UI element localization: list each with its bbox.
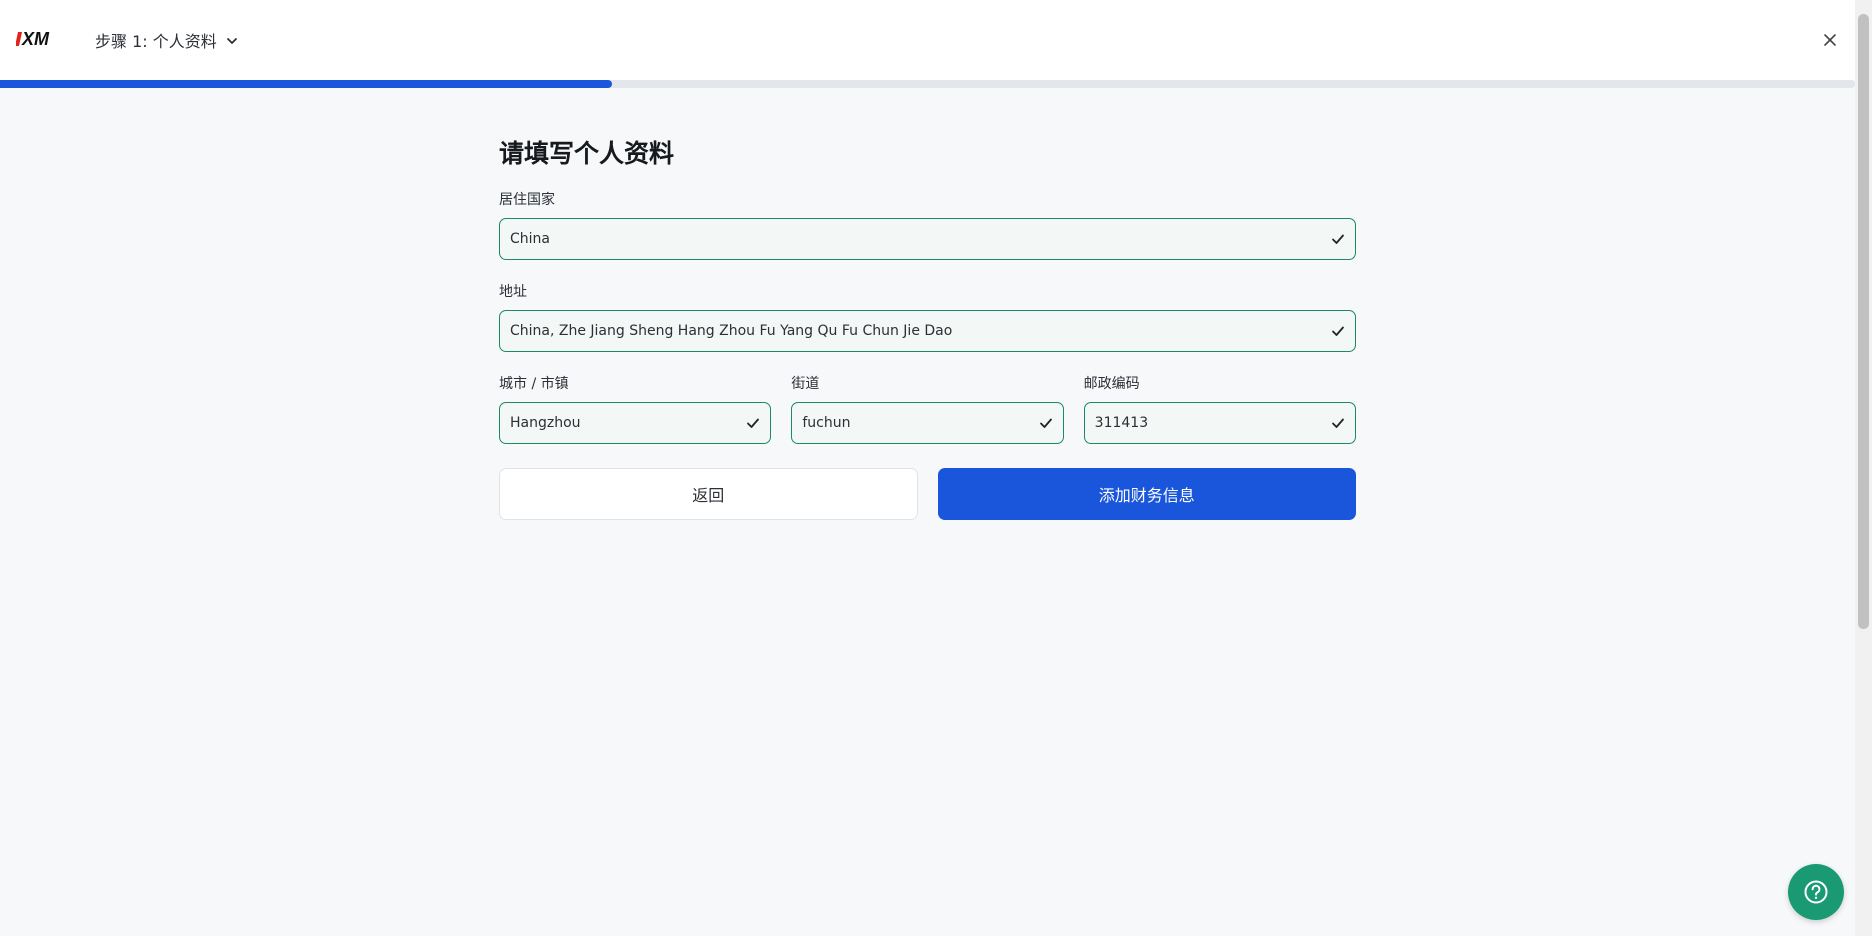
address-group: 地址	[499, 282, 1356, 352]
city-field[interactable]	[500, 403, 771, 443]
city-label: 城市 / 市镇	[499, 376, 569, 392]
check-icon	[1332, 234, 1344, 244]
postcode-label: 邮政编码	[1083, 376, 1140, 392]
country-label: 居住国家	[499, 192, 555, 208]
svg-text:XM: XM	[21, 29, 50, 49]
country-group: 居住国家	[499, 190, 1356, 260]
xm-logo[interactable]: XM	[16, 26, 66, 52]
postcode-field[interactable]	[1084, 403, 1355, 443]
street-field-wrapper	[791, 402, 1064, 444]
country-field-wrapper	[499, 218, 1356, 260]
scrollbar-thumb[interactable]	[1858, 14, 1869, 629]
top-bar: XM 步骤 1: 个人资料	[0, 0, 1855, 80]
check-icon	[1332, 418, 1344, 428]
check-icon	[1039, 418, 1052, 428]
street-field[interactable]	[792, 403, 1063, 443]
add-financial-info-button[interactable]: 添加财务信息	[937, 468, 1356, 520]
step-selector[interactable]: 步骤 1: 个人资料	[95, 26, 239, 54]
address-field[interactable]	[500, 311, 1355, 351]
question-icon	[1804, 880, 1828, 904]
personal-details-form: 请填写个人资料 居住国家 地址 城市 / 市镇 街道	[499, 136, 1356, 520]
city-street-postcode-row: 城市 / 市镇 街道 邮政编码	[499, 374, 1356, 444]
progress-bar-fill	[0, 80, 613, 88]
city-field-wrapper	[499, 402, 772, 444]
street-group: 街道	[791, 374, 1064, 444]
close-icon[interactable]	[1819, 29, 1841, 51]
progress-bar	[0, 80, 1855, 88]
address-field-wrapper	[499, 310, 1356, 352]
postcode-field-wrapper	[1083, 402, 1356, 444]
page-scrollbar[interactable]	[1855, 0, 1872, 936]
check-icon	[747, 418, 760, 428]
check-icon	[1332, 326, 1344, 336]
chevron-down-icon	[225, 33, 239, 47]
page-title: 请填写个人资料	[499, 139, 675, 168]
country-field[interactable]	[500, 219, 1355, 259]
street-label: 街道	[791, 376, 820, 392]
city-group: 城市 / 市镇	[499, 374, 772, 444]
address-label: 地址	[499, 284, 527, 300]
help-button[interactable]	[1788, 864, 1844, 920]
step-title: 步骤 1: 个人资料	[95, 32, 217, 51]
postcode-group: 邮政编码	[1083, 374, 1356, 444]
back-button[interactable]: 返回	[499, 468, 918, 520]
form-actions: 返回 添加财务信息	[499, 468, 1356, 520]
